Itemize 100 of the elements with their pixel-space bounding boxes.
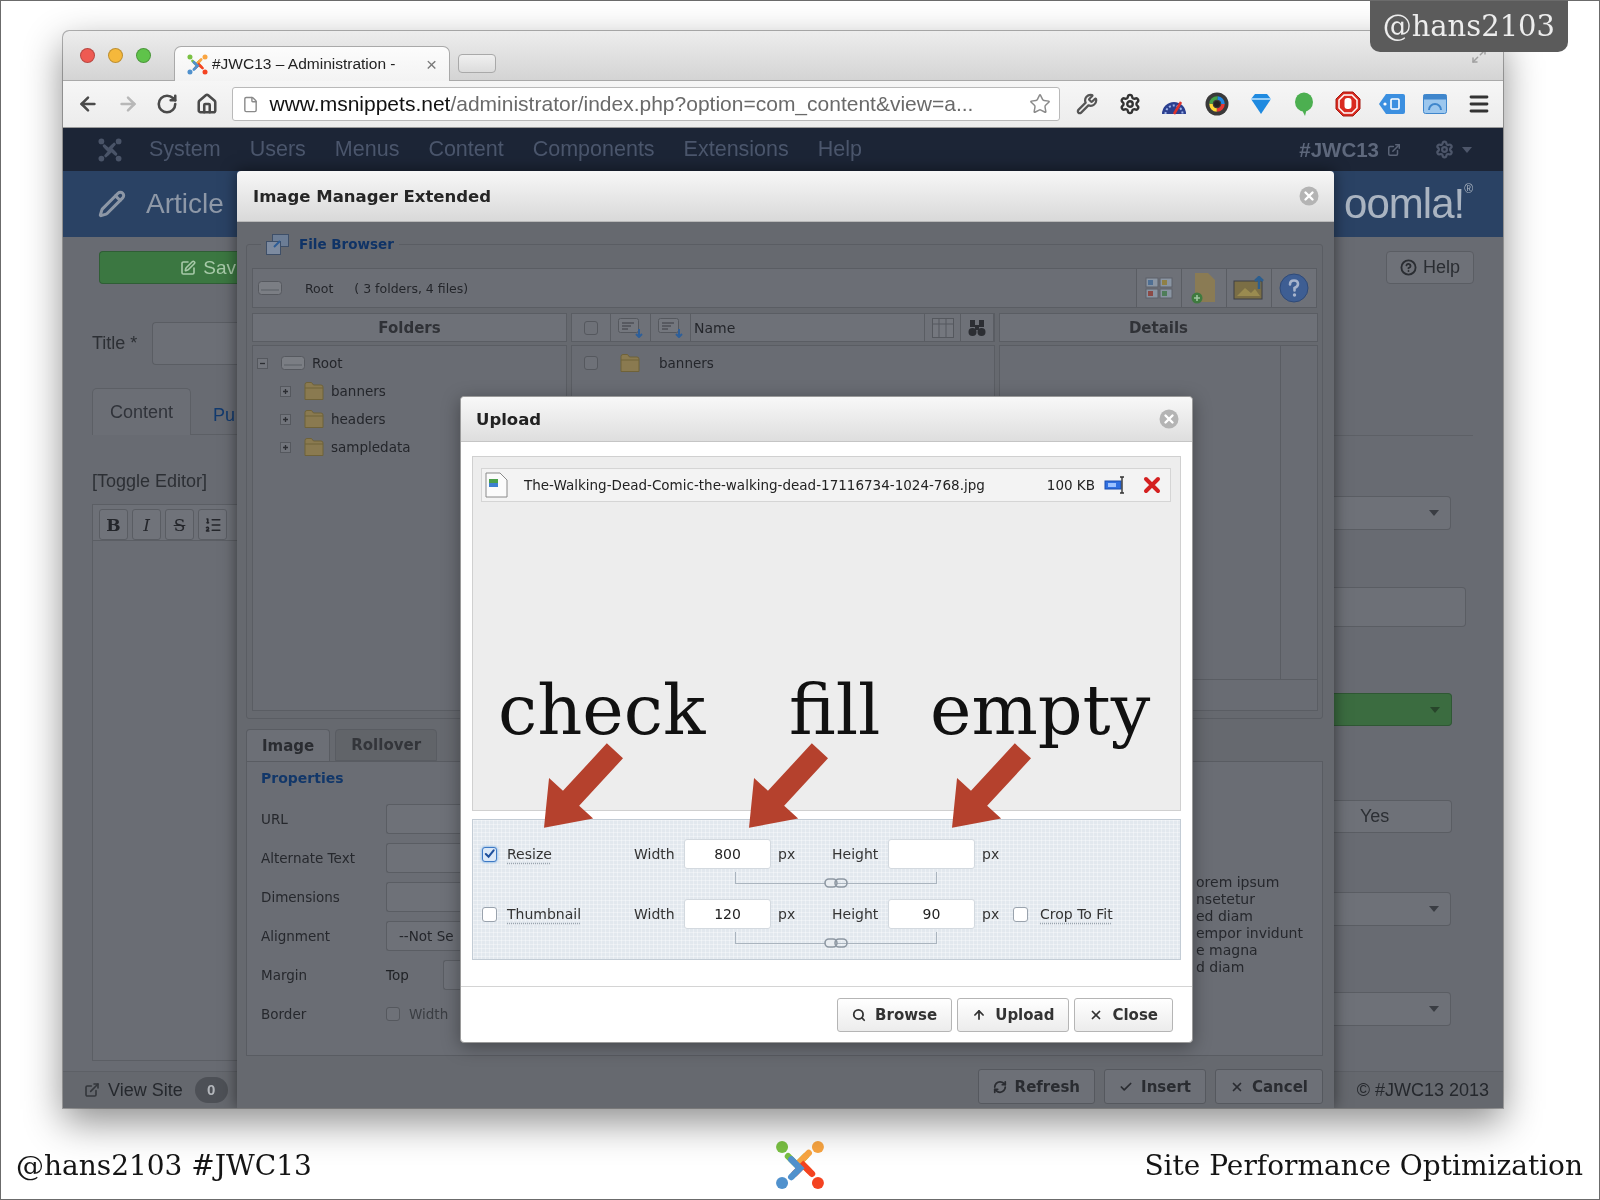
height-input[interactable]: 90 xyxy=(888,899,975,929)
checkbox[interactable] xyxy=(584,356,598,370)
sort-icon[interactable] xyxy=(617,317,644,338)
checkbox[interactable] xyxy=(1013,906,1028,922)
view-site-link[interactable]: View Site xyxy=(108,1079,183,1101)
window-gauge-icon[interactable] xyxy=(1423,94,1448,114)
tag-icon[interactable] xyxy=(1378,94,1405,114)
numbered-list-icon xyxy=(203,515,222,534)
expand-icon[interactable] xyxy=(280,441,291,453)
url-text: www.msnippets.net/administrator/index.php?option=com_content&view=a... xyxy=(269,92,974,116)
tiles-icon xyxy=(1145,277,1173,299)
field-label: Alignment xyxy=(261,927,331,944)
tab[interactable]: Image xyxy=(246,729,331,761)
close-icon[interactable] xyxy=(1159,409,1179,429)
expand-icon[interactable] xyxy=(280,413,291,425)
field-label: Alternate Text xyxy=(261,849,355,866)
tab-close-button[interactable]: × xyxy=(425,54,437,74)
editor-area[interactable]: B I S xyxy=(92,504,237,1061)
expand-icon[interactable] xyxy=(280,385,291,397)
color-wheel-icon[interactable] xyxy=(1205,92,1230,116)
dropdown[interactable] xyxy=(1334,496,1451,530)
refresh-button[interactable]: Refresh xyxy=(977,1069,1096,1104)
input-field[interactable] xyxy=(386,842,460,873)
sort-icon[interactable] xyxy=(657,317,684,338)
delete-icon[interactable] xyxy=(1143,476,1161,494)
bold-button[interactable]: B xyxy=(99,509,128,540)
input-field[interactable] xyxy=(386,881,460,912)
wrench-icon[interactable] xyxy=(1075,93,1098,115)
status-dropdown[interactable] xyxy=(1334,693,1452,726)
balloon-icon[interactable] xyxy=(1294,92,1315,116)
insert-button[interactable]: Insert xyxy=(1104,1069,1206,1104)
folder-icon xyxy=(304,437,324,457)
caret-icon xyxy=(1430,706,1440,713)
save-button[interactable]: Sav xyxy=(99,251,237,284)
cancel-button[interactable]: Cancel xyxy=(1215,1069,1323,1104)
logo-icon xyxy=(98,137,122,162)
tab[interactable]: Pu xyxy=(196,395,236,435)
resize-icon[interactable] xyxy=(1104,476,1126,494)
site-link[interactable]: #JWC13 xyxy=(1299,137,1379,162)
dialog-title: Image Manager Extended xyxy=(253,186,492,206)
new-tab-button[interactable] xyxy=(458,54,496,73)
option-button[interactable]: Yes xyxy=(1334,800,1452,833)
minimize-window-icon[interactable] xyxy=(108,48,123,63)
folder-name[interactable]: banners xyxy=(331,383,386,399)
width-input[interactable]: 800 xyxy=(684,839,771,869)
checkbox[interactable] xyxy=(584,320,598,335)
text-field[interactable] xyxy=(1334,587,1466,627)
close-button[interactable]: Close xyxy=(1074,998,1173,1032)
path-label: Root xyxy=(305,280,334,296)
folder-name[interactable]: Root xyxy=(312,355,343,371)
strike-button[interactable]: S xyxy=(165,509,194,540)
browser-tab[interactable]: #JWC13 – Administration - × xyxy=(174,46,450,81)
collapse-icon[interactable] xyxy=(257,357,268,369)
drive-icon xyxy=(281,356,305,370)
select-field[interactable]: --Not Se xyxy=(386,920,460,951)
dropdown[interactable] xyxy=(1334,992,1451,1026)
columns-icon[interactable] xyxy=(931,317,954,338)
folder-name[interactable]: sampledata xyxy=(331,439,411,455)
checkbox[interactable] xyxy=(482,846,497,862)
upload-button[interactable]: Upload xyxy=(957,998,1070,1032)
stop-sign-icon[interactable] xyxy=(1335,91,1362,117)
unit-label: px xyxy=(778,846,796,862)
binoculars-icon[interactable] xyxy=(968,318,986,337)
back-icon[interactable] xyxy=(77,93,99,115)
zoom-window-icon[interactable] xyxy=(136,48,151,63)
count-badge: 0 xyxy=(194,1077,228,1103)
file-name[interactable]: banners xyxy=(659,355,714,371)
list-button[interactable] xyxy=(198,509,227,540)
browse-button[interactable]: Browse xyxy=(837,998,953,1032)
width-input[interactable]: 120 xyxy=(684,899,771,929)
settings-icon[interactable] xyxy=(1119,93,1142,115)
star-icon[interactable] xyxy=(1028,93,1051,115)
home-icon[interactable] xyxy=(195,93,218,115)
chain-link-icon[interactable] xyxy=(824,877,848,889)
diamond-icon[interactable] xyxy=(1249,93,1272,115)
reload-icon[interactable] xyxy=(156,93,178,115)
checkbox[interactable] xyxy=(386,1006,400,1021)
logo-text: oomla!$^{®}$ xyxy=(1344,183,1472,225)
toggle-editor-link[interactable]: [Toggle Editor] xyxy=(92,471,208,492)
folder-name[interactable]: headers xyxy=(331,411,386,427)
column-header: Folders xyxy=(252,313,567,342)
tab[interactable]: Content xyxy=(92,388,192,435)
italic-button[interactable]: I xyxy=(132,509,161,540)
folder-summary: ( 3 folders, 4 files) xyxy=(354,280,469,296)
input-field[interactable] xyxy=(386,803,460,834)
help-button[interactable]: Help xyxy=(1386,251,1474,284)
chain-link-icon[interactable] xyxy=(824,937,848,949)
input-field[interactable] xyxy=(442,959,460,990)
search-icon xyxy=(852,1008,867,1022)
unit-label: px xyxy=(982,906,1000,922)
pencil-icon xyxy=(98,190,126,218)
address-bar[interactable]: www.msnippets.net/administrator/index.php?option=com_content&view=a... xyxy=(231,87,1060,121)
page-title: Article xyxy=(146,188,224,220)
caret-icon xyxy=(1429,510,1439,516)
height-input[interactable] xyxy=(888,839,975,869)
close-icon[interactable] xyxy=(1299,186,1319,206)
checkbox[interactable] xyxy=(482,906,497,922)
dropdown[interactable] xyxy=(1334,892,1451,926)
close-window-icon[interactable] xyxy=(80,48,95,63)
title-input[interactable] xyxy=(152,322,237,365)
